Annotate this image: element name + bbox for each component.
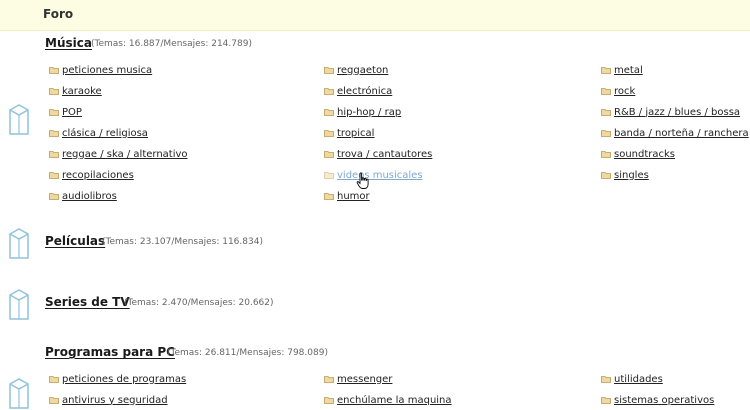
folder-icon	[49, 151, 59, 158]
subforum-label: audiolibros	[62, 190, 117, 202]
subforum-label: reggaeton	[337, 64, 389, 76]
subforum-label: R&B / jazz / blues / bossa	[614, 106, 741, 118]
subforum-metal[interactable]: metal	[601, 63, 643, 77]
folder-icon	[324, 172, 334, 179]
subforum-pop[interactable]: POP	[49, 105, 82, 119]
hand-cursor-icon	[356, 172, 369, 189]
subforum-peticiones-de-programas[interactable]: peticiones de programas	[49, 372, 186, 386]
folder-icon	[601, 67, 611, 74]
subforum-label: peticiones de programas	[62, 373, 187, 385]
subforum-videos-musicales[interactable]: videos musicales	[324, 168, 423, 182]
subforum-label: recopilaciones	[62, 169, 134, 181]
subforum-humor[interactable]: humor	[324, 189, 370, 203]
subforum-label: videos musicales	[337, 169, 423, 181]
folder-icon	[324, 193, 334, 200]
subforum-tropical[interactable]: tropical	[324, 126, 374, 140]
folder-icon	[324, 88, 334, 95]
folder-icon	[324, 130, 334, 137]
folder-icon	[601, 130, 611, 137]
subforum-label: trova / cantautores	[337, 148, 433, 160]
folder-icon	[49, 67, 59, 74]
subforum-audiolibros[interactable]: audiolibros	[49, 189, 117, 203]
subforum-label: messenger	[337, 373, 393, 385]
category-stats-series-de-tv: (Temas: 2.470/Mensajes: 20.662)	[124, 298, 274, 308]
subforum-label: enchúlame la maquina	[337, 394, 452, 406]
subforum-recopilaciones[interactable]: recopilaciones	[49, 168, 134, 182]
subforum-trova-cantautores[interactable]: trova / cantautores	[324, 147, 432, 161]
folder-icon	[49, 376, 59, 383]
category-title-programas-para-pc[interactable]: Programas para PC	[45, 345, 175, 359]
folder-icon	[601, 88, 611, 95]
subforum-clasica-religiosa[interactable]: clásica / religiosa	[49, 126, 148, 140]
subforum-label: soundtracks	[614, 148, 676, 160]
category-title-series-de-tv[interactable]: Series de TV	[45, 295, 130, 309]
subforum-label: metal	[614, 64, 643, 76]
folder-icon	[49, 172, 59, 179]
folder-icon	[49, 109, 59, 116]
subforum-sistemas-operativos[interactable]: sistemas operativos	[601, 393, 714, 407]
forum-header-title: Foro	[43, 7, 74, 21]
subforum-rnb-jazz-blues-bossa[interactable]: R&B / jazz / blues / bossa	[601, 105, 740, 119]
category-stats-musica: (Temas: 16.887/Mensajes: 214.789)	[91, 39, 252, 49]
folder-icon	[324, 397, 334, 404]
subforum-soundtracks[interactable]: soundtracks	[601, 147, 675, 161]
folder-icon	[601, 151, 611, 158]
subforum-label: antivirus y seguridad	[62, 394, 168, 406]
category-stats-programas-para-pc: (Temas: 26.811/Mensajes: 798.089)	[167, 348, 328, 358]
folder-icon	[49, 88, 59, 95]
subforum-banda-nortena-ranchera[interactable]: banda / norteña / ranchera	[601, 126, 749, 140]
subforum-messenger[interactable]: messenger	[324, 372, 392, 386]
subforum-label: POP	[62, 106, 82, 118]
subforum-label: reggae / ska / alternativo	[62, 148, 188, 160]
folder-icon	[49, 130, 59, 137]
folder-icon	[324, 151, 334, 158]
forum-header-bar: Foro	[0, 0, 750, 31]
subforum-rock[interactable]: rock	[601, 84, 635, 98]
subforum-label: electrónica	[337, 85, 393, 97]
folder-icon	[601, 172, 611, 179]
folder-icon	[49, 193, 59, 200]
forum-box-icon	[9, 104, 29, 135]
subforum-label: singles	[614, 169, 649, 181]
subforum-label: utilidades	[614, 373, 663, 385]
subforum-utilidades[interactable]: utilidades	[601, 372, 663, 386]
forum-box-icon	[9, 378, 29, 409]
subforum-label: banda / norteña / ranchera	[614, 127, 749, 139]
subforum-singles[interactable]: singles	[601, 168, 649, 182]
subforum-label: hip-hop / rap	[337, 106, 402, 118]
folder-icon	[49, 397, 59, 404]
subforum-label: sistemas operativos	[614, 394, 715, 406]
forum-box-icon	[9, 228, 29, 259]
folder-icon	[601, 376, 611, 383]
category-stats-peliculas: (Temas: 23.107/Mensajes: 116.834)	[102, 237, 263, 247]
subforum-peticiones-musica[interactable]: peticiones musica	[49, 63, 152, 77]
category-title-peliculas[interactable]: Películas	[45, 234, 105, 248]
category-title-musica[interactable]: Música	[45, 36, 92, 50]
subforum-label: clásica / religiosa	[62, 127, 148, 139]
subforum-antivirus-y-seguridad[interactable]: antivirus y seguridad	[49, 393, 168, 407]
folder-icon	[324, 109, 334, 116]
subforum-label: tropical	[337, 127, 375, 139]
folder-icon	[324, 376, 334, 383]
subforum-enchulame-la-maquina[interactable]: enchúlame la maquina	[324, 393, 452, 407]
subforum-label: humor	[337, 190, 370, 202]
subforum-reggae-ska-alternativo[interactable]: reggae / ska / alternativo	[49, 147, 188, 161]
subforum-hip-hop-rap[interactable]: hip-hop / rap	[324, 105, 401, 119]
folder-icon	[324, 67, 334, 74]
subforum-label: karaoke	[62, 85, 102, 97]
subforum-reggaeton[interactable]: reggaeton	[324, 63, 388, 77]
folder-icon	[601, 397, 611, 404]
folder-icon	[601, 109, 611, 116]
subforum-karaoke[interactable]: karaoke	[49, 84, 102, 98]
subforum-electronica[interactable]: electrónica	[324, 84, 392, 98]
forum-box-icon	[9, 289, 29, 320]
subforum-label: peticiones musica	[62, 64, 153, 76]
subforum-label: rock	[614, 85, 636, 97]
